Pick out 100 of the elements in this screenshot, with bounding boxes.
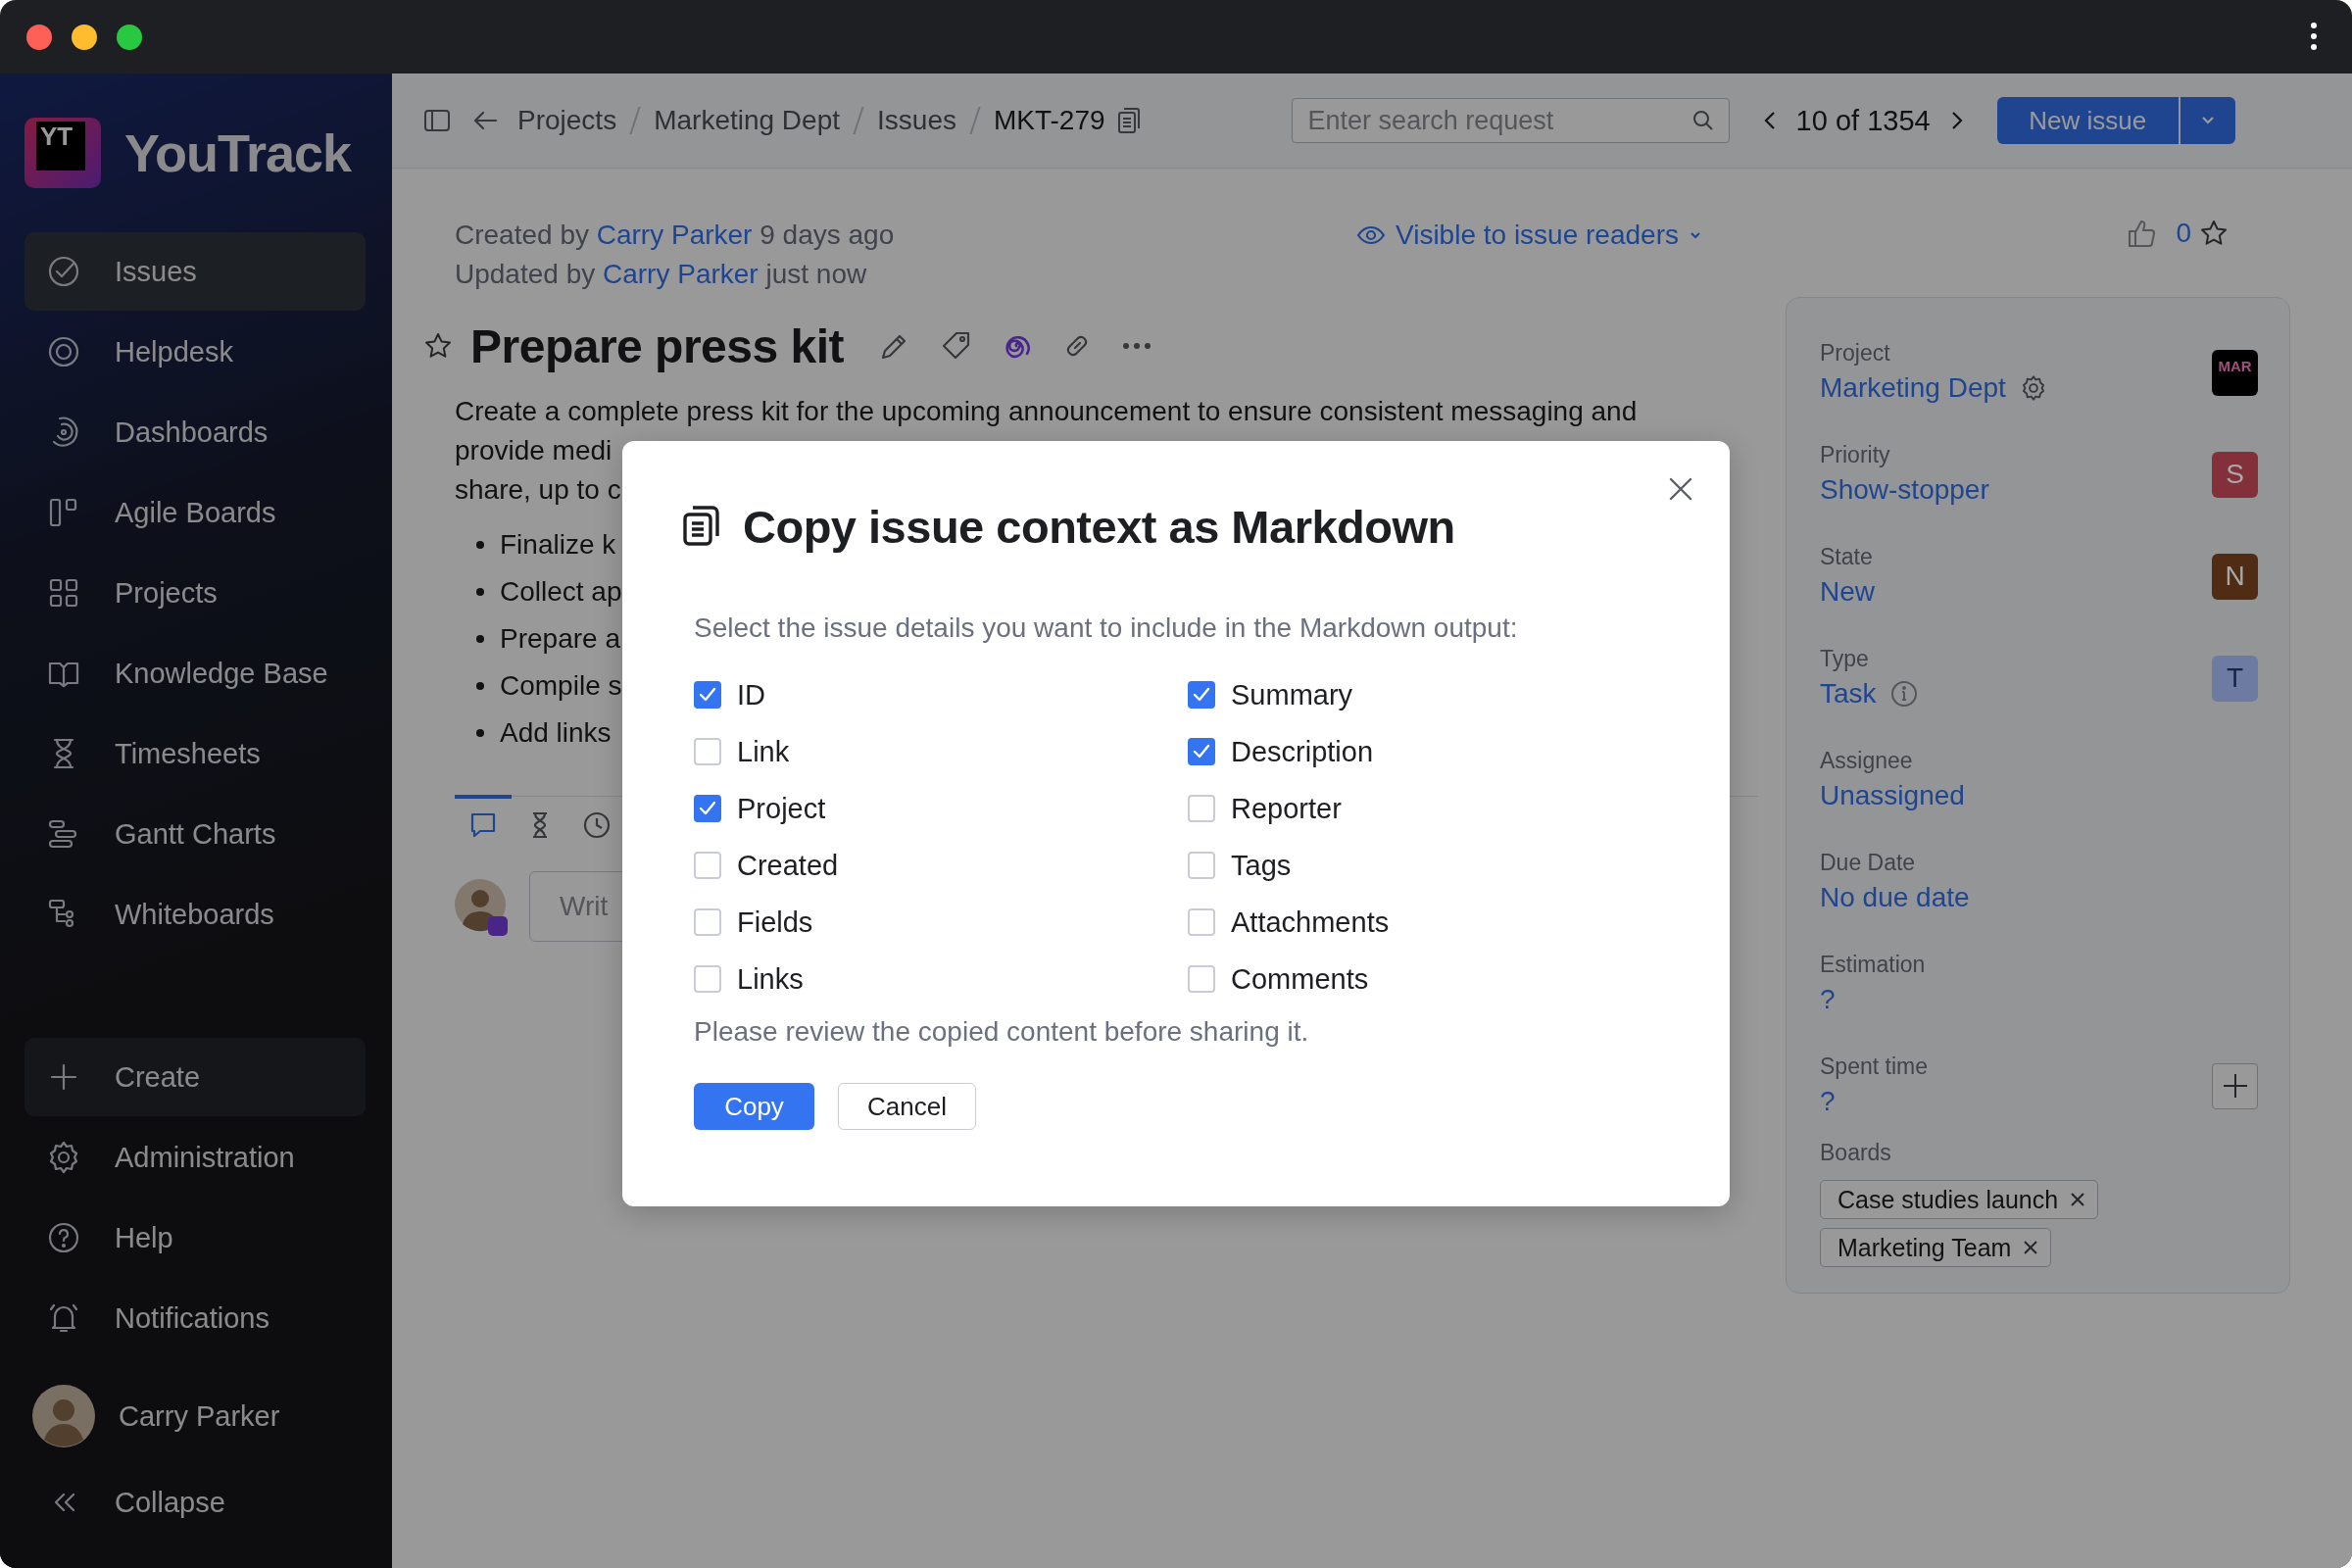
author-link[interactable]: Carry Parker	[603, 259, 759, 289]
bullet	[476, 541, 484, 549]
sidebar-item[interactable]: Knowledge Base	[24, 634, 366, 712]
search-field[interactable]: Enter search request	[1291, 98, 1730, 143]
checkbox-label[interactable]: Tags	[1231, 849, 1292, 882]
lifebuoy-icon	[46, 334, 81, 369]
sidebar-toggle-icon[interactable]	[423, 109, 451, 132]
sidebar-item[interactable]: Timesheets	[24, 714, 366, 793]
checkbox[interactable]	[1188, 965, 1215, 993]
breadcrumb-link[interactable]: Issues	[877, 105, 956, 136]
checkbox[interactable]	[694, 795, 721, 822]
help-icon	[46, 1220, 81, 1255]
avatar	[455, 877, 508, 936]
field-value[interactable]: Marketing Dept	[1820, 368, 2006, 408]
checkbox-label[interactable]: Attachments	[1231, 906, 1390, 939]
checkbox-label[interactable]: Comments	[1231, 962, 1369, 996]
field-value[interactable]: Unassigned	[1820, 776, 1965, 815]
description-text: provide medi	[455, 434, 612, 467]
checkbox[interactable]	[1188, 852, 1215, 879]
star-icon[interactable]	[423, 331, 453, 361]
cancel-button[interactable]: Cancel	[838, 1083, 976, 1130]
thumbs-up-icon[interactable]	[2127, 219, 2157, 248]
checkbox[interactable]	[1188, 738, 1215, 765]
field-value[interactable]: Show-stopper	[1820, 470, 1989, 510]
sidebar-item[interactable]: Administration	[24, 1118, 366, 1197]
visibility-dropdown[interactable]: Visible to issue readers	[1356, 216, 1702, 255]
checkbox-label[interactable]: Project	[737, 792, 826, 825]
checkbox[interactable]	[694, 681, 721, 709]
field-label: Estimation	[1820, 951, 1926, 979]
checkbox[interactable]	[694, 852, 721, 879]
user-name[interactable]: Carry Parker	[119, 1399, 280, 1433]
author-link[interactable]: Carry Parker	[596, 220, 753, 250]
new-issue-button[interactable]: New issue	[1996, 97, 2179, 144]
checkbox-label[interactable]: Summary	[1231, 678, 1353, 711]
breadcrumb-link[interactable]: Projects	[517, 105, 617, 136]
sidebar-item[interactable]: Helpdesk	[24, 313, 366, 391]
checkbox[interactable]	[1188, 908, 1215, 936]
sidebar-item[interactable]: Help	[24, 1199, 366, 1277]
copy-icon	[682, 505, 721, 548]
checkbox-label[interactable]: ID	[737, 678, 765, 711]
checkbox[interactable]	[694, 908, 721, 936]
remove-icon[interactable]	[2023, 1240, 2039, 1255]
bullet	[476, 635, 484, 643]
remove-icon[interactable]	[2070, 1192, 2086, 1207]
search-icon	[1691, 110, 1714, 131]
checkbox[interactable]	[1188, 795, 1215, 822]
maximize-window-button[interactable]	[117, 24, 142, 50]
star-icon[interactable]	[2199, 219, 2229, 248]
created-info: Created by Carry Parker 9 days ago	[455, 219, 896, 252]
sidebar-item[interactable]: Whiteboards	[24, 875, 366, 954]
more-menu-icon[interactable]	[2309, 22, 2319, 51]
dialog-note: Please review the copied content before sharing it.	[694, 1015, 1310, 1049]
sidebar-item[interactable]: Gantt Charts	[24, 795, 366, 873]
checkbox-label[interactable]: Links	[737, 962, 804, 996]
field-value[interactable]: Task	[1820, 674, 1877, 713]
field-label: State	[1820, 543, 1874, 571]
sidebar-item[interactable]: Issues	[24, 232, 366, 311]
tag-icon[interactable]	[940, 330, 972, 362]
checkbox[interactable]	[1188, 681, 1215, 709]
new-issue-dropdown-button[interactable]	[2180, 97, 2235, 144]
minimize-window-button[interactable]	[72, 24, 97, 50]
checkbox-label[interactable]: Link	[737, 735, 790, 768]
sidebar-item[interactable]: Projects	[24, 554, 366, 632]
checkbox-label[interactable]: Description	[1231, 735, 1374, 768]
bullet	[476, 729, 484, 737]
issue-title: Prepare press kit	[470, 318, 845, 373]
field-value[interactable]: ?	[1820, 980, 1836, 1019]
collapse-button[interactable]: Collapse	[24, 1463, 366, 1542]
copy-icon[interactable]	[1116, 107, 1141, 134]
breadcrumb-link[interactable]: Marketing Dept	[654, 105, 841, 136]
caret-icon	[2199, 116, 2216, 125]
sidebar-item[interactable]: Agile Boards	[24, 473, 366, 552]
close-window-button[interactable]	[26, 24, 52, 50]
sidebar-item[interactable]: Dashboards	[24, 393, 366, 471]
field-value[interactable]: New	[1820, 572, 1875, 612]
checkbox[interactable]	[694, 965, 721, 993]
next-icon[interactable]	[1949, 110, 1964, 131]
back-arrow-icon[interactable]	[472, 110, 498, 131]
field-label: Priority	[1820, 441, 1891, 469]
board-tag[interactable]: Marketing Team	[1820, 1228, 2052, 1267]
copy-button[interactable]: Copy	[694, 1083, 814, 1130]
dialog-title: Copy issue context as Markdown	[743, 499, 1455, 554]
checkbox-label[interactable]: Created	[737, 849, 839, 882]
vote-count: 0	[2176, 218, 2191, 249]
checkbox-label[interactable]: Fields	[737, 906, 813, 939]
avatar[interactable]	[32, 1385, 95, 1447]
sidebar-item[interactable]: Notifications	[24, 1279, 366, 1357]
add-button[interactable]	[2212, 1062, 2258, 1109]
more-icon[interactable]	[1122, 342, 1152, 350]
close-icon[interactable]	[1668, 476, 1693, 502]
field-value[interactable]: No due date	[1820, 878, 1970, 917]
info-icon[interactable]	[1889, 680, 1918, 708]
checkbox[interactable]	[694, 738, 721, 765]
list-item-text: Finalize k	[500, 528, 616, 562]
board-tag[interactable]: Case studies launch	[1820, 1180, 2099, 1219]
field-label: Project	[1820, 339, 1891, 368]
field-value[interactable]: ?	[1820, 1082, 1836, 1121]
previous-icon[interactable]	[1762, 110, 1777, 131]
checkbox-label[interactable]: Reporter	[1231, 792, 1342, 825]
create-button[interactable]: Create	[24, 1038, 366, 1116]
